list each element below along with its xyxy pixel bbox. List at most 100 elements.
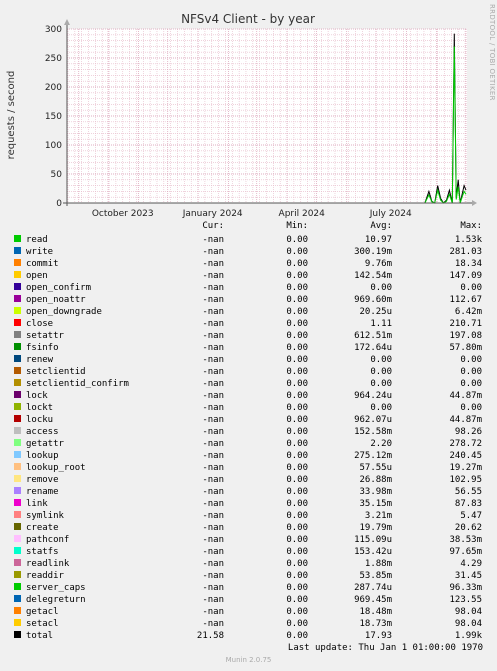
legend-avg: 962.07u (354, 415, 392, 425)
legend-max: 112.67 (449, 295, 482, 305)
legend-avg: 153.42u (354, 547, 392, 557)
legend-name: rename (26, 487, 59, 497)
legend-swatch (14, 319, 21, 326)
legend-swatch (14, 427, 21, 434)
legend-max: 123.55 (449, 595, 482, 605)
chart: NFSv4 Client - by year requests / second… (6, 12, 477, 219)
x-tick-label: January 2024 (182, 209, 243, 219)
legend-row-server-caps: server_caps -nan 0.00 287.74u 96.33m (0, 583, 497, 595)
legend-min: 0.00 (286, 511, 308, 521)
legend-name: read (26, 235, 48, 245)
legend-row-delegreturn: delegreturn -nan 0.00 969.45m 123.55 (0, 595, 497, 607)
legend-min: 0.00 (286, 631, 308, 641)
legend-max: 147.09 (449, 271, 482, 281)
legend-header: Cur: Min: Avg: Max: (0, 221, 497, 233)
legend-name: lookup (26, 451, 59, 461)
legend-row-write: write -nan 0.00 300.19m 281.03 (0, 247, 497, 259)
legend-max: 20.62 (454, 523, 482, 533)
legend-avg: 969.60m (354, 295, 392, 305)
legend-min: 0.00 (286, 271, 308, 281)
legend-avg: 287.74u (354, 583, 392, 593)
legend-swatch (14, 619, 21, 626)
legend-max: 0.00 (460, 403, 482, 413)
legend-name: statfs (26, 547, 59, 557)
legend-swatch (14, 607, 21, 614)
legend-row-rename: rename -nan 0.00 33.98m 56.55 (0, 487, 497, 499)
legend-swatch (14, 463, 21, 470)
legend-row-renew: renew -nan 0.00 0.00 0.00 (0, 355, 497, 367)
legend-avg: 0.00 (370, 283, 392, 293)
legend-cur: 21.58 (196, 631, 224, 641)
legend-name: readdir (26, 571, 64, 581)
legend-row-link: link -nan 0.00 35.15m 87.83 (0, 499, 497, 511)
legend-row-open-confirm: open_confirm -nan 0.00 0.00 0.00 (0, 283, 497, 295)
legend-swatch (14, 247, 21, 254)
legend-max: 44.87m (449, 415, 482, 425)
legend-min: 0.00 (286, 451, 308, 461)
x-axis-arrow (472, 200, 477, 206)
rrdtool-watermark: RRDTOOL / TOBI OETIKER (488, 4, 496, 101)
legend-swatch (14, 403, 21, 410)
legend-avg: 275.12m (354, 451, 392, 461)
legend-swatch (14, 355, 21, 362)
legend-avg: 10.97 (364, 235, 392, 245)
legend-min: 0.00 (286, 571, 308, 581)
legend-name: remove (26, 475, 59, 485)
legend-swatch (14, 511, 21, 518)
legend-max: 98.04 (454, 619, 482, 629)
legend-avg: 1.11 (370, 319, 392, 329)
legend-swatch (14, 343, 21, 350)
legend-avg: 26.88m (359, 475, 392, 485)
legend-cur: -nan (202, 475, 224, 485)
legend-avg: 612.51m (354, 331, 392, 341)
legend-swatch (14, 631, 21, 638)
legend-min: 0.00 (286, 319, 308, 329)
legend-name: server_caps (26, 583, 86, 593)
legend-row-lock: lock -nan 0.00 964.24u 44.87m (0, 391, 497, 403)
legend-min: 0.00 (286, 367, 308, 377)
legend-max: 0.00 (460, 367, 482, 377)
legend-name: link (26, 499, 48, 509)
legend-row-getattr: getattr -nan 0.00 2.20 278.72 (0, 439, 497, 451)
legend-name: close (26, 319, 54, 329)
legend-avg: 0.00 (370, 379, 392, 389)
x-tick-label: April 2024 (279, 209, 326, 219)
legend-max: 44.87m (449, 391, 482, 401)
legend-max: 278.72 (449, 439, 482, 449)
y-tick-label: 300 (45, 25, 62, 35)
legend-name: access (26, 427, 59, 437)
legend-cur: -nan (202, 607, 224, 617)
legend-max: 5.47 (460, 511, 482, 521)
last-update: Last update: Thu Jan 1 01:00:00 1970 (287, 643, 483, 653)
legend-avg: 3.21m (364, 511, 392, 521)
legend-cur: -nan (202, 391, 224, 401)
legend-avg: 17.93 (364, 631, 392, 641)
legend-row-statfs: statfs -nan 0.00 153.42u 97.65m (0, 547, 497, 559)
legend-avg: 19.79m (359, 523, 392, 533)
legend-max: 1.99k (454, 631, 482, 641)
legend-name: renew (26, 355, 54, 365)
legend-cur: -nan (202, 307, 224, 317)
legend-name: commit (26, 259, 59, 269)
legend-row-commit: commit -nan 0.00 9.76m 18.34 (0, 259, 497, 271)
legend-avg: 18.73m (359, 619, 392, 629)
legend-row-open-downgrade: open_downgrade -nan 0.00 20.25u 6.42m (0, 307, 497, 319)
legend-swatch (14, 559, 21, 566)
legend-avg: 53.85m (359, 571, 392, 581)
legend-swatch (14, 415, 21, 422)
legend-cur: -nan (202, 499, 224, 509)
legend-min: 0.00 (286, 379, 308, 389)
legend-cur: -nan (202, 295, 224, 305)
legend-min: 0.00 (286, 295, 308, 305)
legend-name: lockt (26, 403, 54, 413)
legend-min: 0.00 (286, 235, 308, 245)
legend-row-open: open -nan 0.00 142.54m 147.09 (0, 271, 497, 283)
munin-version: Munin 2.0.75 (225, 656, 272, 664)
legend-max: 98.26 (454, 427, 482, 437)
legend-row-lockt: lockt -nan 0.00 0.00 0.00 (0, 403, 497, 415)
legend-name: create (26, 523, 59, 533)
legend-cur: -nan (202, 463, 224, 473)
legend-swatch (14, 499, 21, 506)
legend-max: 38.53m (449, 535, 482, 545)
legend-cur: -nan (202, 319, 224, 329)
